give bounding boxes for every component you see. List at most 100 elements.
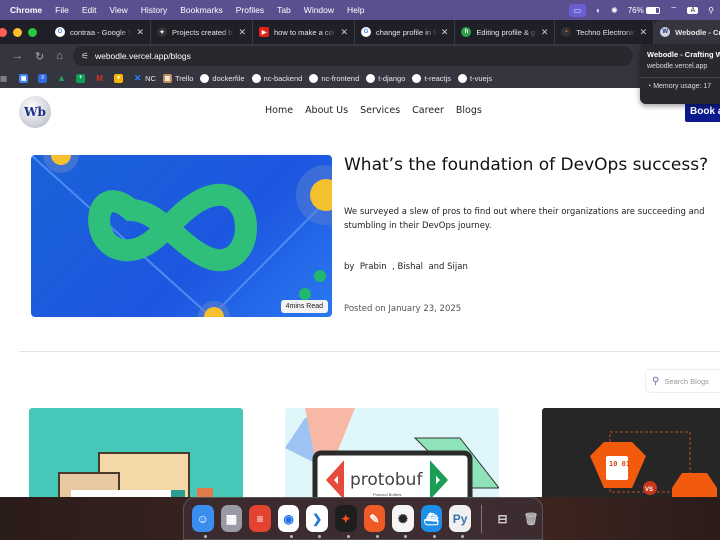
screen-mirroring-icon[interactable]: ▭ [568,3,587,17]
zoom-window-button[interactable] [28,27,37,37]
menu-view[interactable]: View [109,5,127,15]
browser-toolbar: → ↻ ⌂ ⚟ webodle.vercel.app/blogs [0,44,720,68]
tab-title: Projects created by [172,27,235,37]
bookmark-t-vuejs[interactable]: t-vuejs [458,73,492,83]
bookmark-sheets[interactable]: + [76,73,88,83]
card-image-caption: protobuf [350,470,423,490]
input-source-icon[interactable]: A [687,6,699,14]
wifi-icon[interactable]: ⌔ [670,5,678,15]
menu-app-chrome[interactable]: Chrome [10,5,42,15]
menu-history[interactable]: History [141,5,167,15]
search-blogs-input[interactable]: ⚲ Search Blogs [645,369,720,393]
menu-help[interactable]: Help [347,5,364,15]
close-tab-icon[interactable]: ✕ [136,27,144,38]
close-tab-icon[interactable]: ✕ [541,27,549,38]
bookmark-keep[interactable]: ● [114,73,126,83]
nav-blogs[interactable]: Blogs [456,105,482,116]
bookmark-gmail[interactable]: M [95,74,107,83]
bookmark-docs[interactable]: ≡ [38,73,50,83]
nav-services[interactable]: Services [360,105,400,116]
bookmark-label: nc-backend [263,73,303,83]
docker-icon[interactable]: ⛴ [420,505,443,538]
nav-home[interactable]: Home [265,105,293,116]
featured-blog-authors: by Prabin , Bishal and Sijan [344,262,468,272]
browser-tab[interactable]: h Editing profile & gi ✕ [455,20,556,44]
spotlight-search-icon[interactable]: ⚲ [708,6,714,15]
close-tab-icon[interactable]: ✕ [238,27,246,38]
memory-usage-text: Memory usage: 17 [653,83,712,90]
google-icon: G [55,27,65,37]
menu-edit[interactable]: Edit [82,5,97,15]
blog-card[interactable]: protobuf Protocol Buffers [285,408,499,508]
window-controls [0,27,37,37]
finder-icon[interactable]: ☺ [192,505,214,538]
vscode-icon[interactable]: ❯ [306,505,328,538]
site-logo[interactable]: Wb [19,96,51,128]
address-bar[interactable]: ⚟ webodle.vercel.app/blogs [72,46,633,66]
menu-tab[interactable]: Tab [277,5,291,15]
blog-card[interactable]: 10 01 VS [542,408,720,508]
menu-file[interactable]: File [55,5,69,15]
bookmarks-bar: ▦ ▣ ≡ ▲ + M ● ✕ NC ▥ Trello dockerfile nc-… [0,68,720,88]
todoist-icon[interactable]: ≡ [249,505,271,532]
home-icon[interactable]: ⌂ [56,50,63,62]
featured-blog-title[interactable]: What’s the foundation of DevOps success? [344,155,708,175]
youtube-icon: ▶ [259,27,269,37]
hover-card-url: webodle.vercel.app [647,63,708,70]
site-settings-icon[interactable]: ⚟ [81,51,89,62]
openai-status-icon[interactable]: ✺ [611,6,618,15]
close-window-button[interactable] [0,27,7,37]
browser-tab[interactable]: ▶ how to make a cont ✕ [253,20,355,44]
menu-bookmarks[interactable]: Bookmarks [180,5,223,15]
browser-tab[interactable]: • Techno Electronic ✕ [555,20,655,44]
menu-window[interactable]: Window [304,5,334,15]
url-text[interactable]: webodle.vercel.app/blogs [95,51,191,61]
apps-grid-icon[interactable]: ▦ [0,74,7,83]
devops-infinity-illustration [31,155,332,317]
blog-card[interactable]: TOP UX DESIGN BLOGS [29,408,243,508]
close-tab-icon[interactable]: ✕ [340,27,348,38]
bookmark-nc-backend[interactable]: nc-backend [251,73,303,83]
github-icon [200,73,210,83]
minimize-window-button[interactable] [13,27,22,37]
close-tab-icon[interactable]: ✕ [441,27,449,38]
chrome-icon[interactable]: ◉ [277,505,300,538]
python-launcher-icon[interactable]: Py [449,505,471,538]
github-icon [458,73,468,83]
trash-icon[interactable]: 🗑 [520,505,542,532]
postman-icon[interactable]: ✎ [363,505,386,538]
binary-vs-text-image: 10 01 VS [590,431,717,508]
hover-card-title: Webodle - Crafting W [647,50,720,59]
nav-about-us[interactable]: About Us [305,105,348,116]
close-tab-icon[interactable]: ✕ [640,27,648,38]
browser-tab[interactable]: Gchange profile in fi ✕ [355,20,456,44]
nav-career[interactable]: Career [412,105,444,116]
bookmark-nc[interactable]: ✕ NC [133,73,156,83]
bookmark-trello[interactable]: ▥ Trello [162,73,193,83]
battery-status[interactable]: 76% [628,6,660,15]
chatgpt-icon[interactable]: ✺ [392,505,414,538]
menu-profiles[interactable]: Profiles [236,5,264,15]
bookmark-dockerfile[interactable]: dockerfile [200,73,245,83]
webpage: Wb Home About Us Services Career Blogs B… [0,88,720,540]
tab-title: Webodle - Crafting [675,27,720,37]
browser-tab[interactable]: ✦ Projects created by ✕ [151,20,253,44]
downloads-stack-icon[interactable]: ⊟ [492,505,514,532]
bookmark-label: NC [145,73,156,83]
google-drive-icon: ▲ [57,73,67,83]
bookmark-drive[interactable]: ▲ [57,73,69,83]
bookmark-calendar[interactable]: ▣ [19,73,31,83]
volume-icon[interactable]: ◐ [596,6,601,15]
browser-tab[interactable]: Gcontraa - Google S ✕ [49,20,151,44]
bookmark-t-django[interactable]: t-django [366,73,405,83]
bookmark-t-reactjs[interactable]: t-reactjs [412,73,451,83]
browser-tab-strip: Gcontraa - Google S ✕ ✦ Projects created b… [0,20,720,44]
forward-icon[interactable]: → [12,50,23,62]
reload-icon[interactable]: ↻ [35,50,44,63]
launchpad-icon[interactable]: ▦ [220,505,243,532]
figma-icon[interactable]: ✦ [334,505,357,538]
bookmark-nc-frontend[interactable]: nc-frontend [309,73,359,83]
browser-tab-active[interactable]: W Webodle - Crafting [654,20,720,44]
featured-blog-image[interactable]: 4mins Read [31,155,332,317]
tab-title: Editing profile & gi [476,27,537,37]
